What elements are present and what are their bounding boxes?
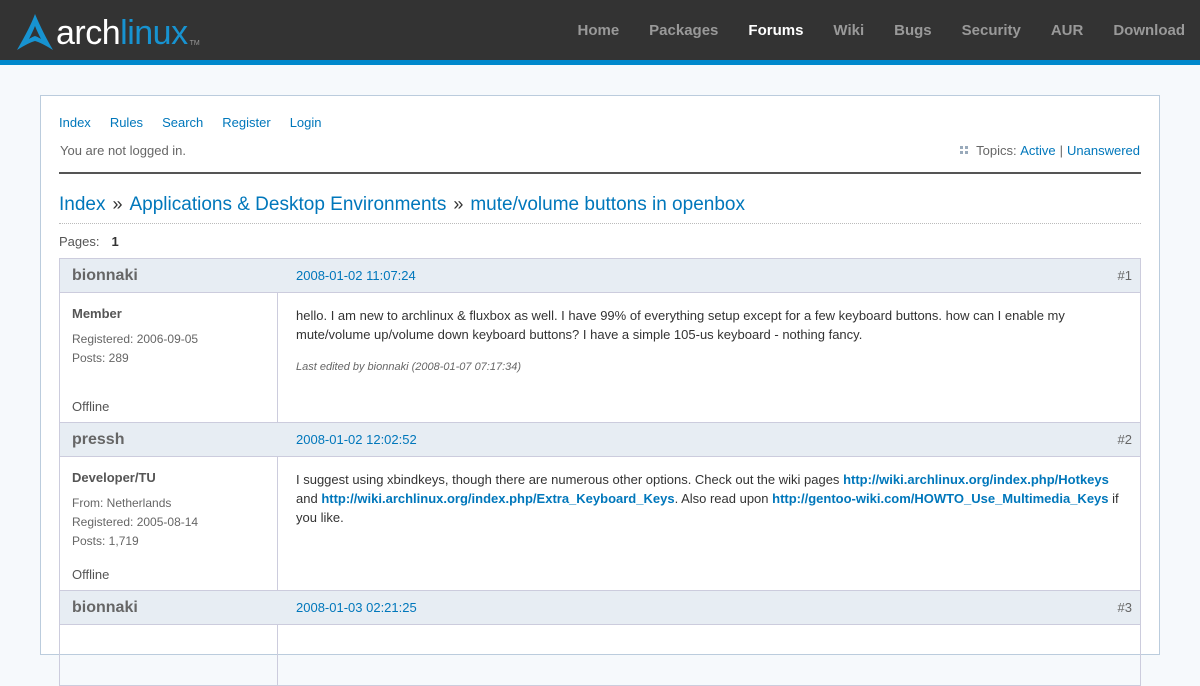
online-status: Offline: [72, 399, 110, 414]
post-body: Developer/TU From: Netherlands Registere…: [60, 457, 1140, 590]
main-nav: Home Packages Forums Wiki Bugs Security …: [547, 0, 1185, 60]
post-date-link[interactable]: 2008-01-02 12:02:52: [278, 432, 417, 447]
nav-packages[interactable]: Packages: [649, 22, 718, 39]
breadcrumb-topic[interactable]: mute/volume buttons in openbox: [470, 194, 745, 216]
subnav-index[interactable]: Index: [59, 115, 91, 136]
post: bionnaki 2008-01-03 02:21:25 #3: [59, 591, 1141, 686]
user-role: Member: [72, 306, 122, 321]
post-body: Member Registered: 2006-09-05 Posts: 289…: [60, 293, 1140, 422]
topics-links: Topics: Active | Unanswered: [960, 143, 1140, 158]
breadcrumb-separator: »: [453, 194, 464, 214]
post-text: hello. I am new to archlinux & fluxbox a…: [296, 308, 1065, 342]
bullet-icon: [960, 146, 969, 154]
post-body: [60, 625, 1140, 685]
pages-label: Pages:: [59, 233, 100, 249]
author-info: Developer/TU From: Netherlands Registere…: [60, 457, 278, 590]
post-content: I suggest using xbindkeys, though there …: [278, 457, 1140, 590]
post: bionnaki 2008-01-02 11:07:24 #1 Member R…: [59, 258, 1141, 423]
post-number[interactable]: #1: [1118, 268, 1132, 283]
subnav-register[interactable]: Register: [222, 115, 270, 136]
active-topics-link[interactable]: Active: [1020, 143, 1055, 158]
post-number[interactable]: #3: [1118, 600, 1132, 615]
login-status: You are not logged in.: [60, 142, 187, 158]
accent-stripe: [0, 60, 1200, 65]
post-header: bionnaki 2008-01-02 11:07:24 #1: [60, 259, 1140, 293]
post-header: pressh 2008-01-02 12:02:52 #2: [60, 423, 1140, 457]
gentoo-wiki-link[interactable]: http://gentoo-wiki.com/HOWTO_Use_Multime…: [772, 491, 1108, 506]
top-header: archlinux TM Home Packages Forums Wiki B…: [0, 0, 1200, 60]
archlinux-logo[interactable]: archlinux TM: [16, 12, 200, 50]
user-registered: Registered: 2005-08-14: [72, 515, 199, 529]
arch-logo-icon: [17, 14, 53, 50]
post-header: bionnaki 2008-01-03 02:21:25 #3: [60, 591, 1140, 625]
subnav-rules[interactable]: Rules: [110, 115, 143, 136]
post-content: hello. I am new to archlinux & fluxbox a…: [278, 293, 1140, 422]
wiki-extra-keys-link[interactable]: http://wiki.archlinux.org/index.php/Extr…: [321, 491, 674, 506]
nav-forums[interactable]: Forums: [748, 22, 803, 39]
nav-download[interactable]: Download: [1113, 22, 1185, 39]
nav-home[interactable]: Home: [577, 22, 619, 39]
nav-bugs[interactable]: Bugs: [894, 22, 932, 39]
breadcrumb-index[interactable]: Index: [59, 194, 105, 216]
separator: |: [1059, 142, 1063, 158]
forum-container: Index Rules Search Register Login You ar…: [40, 95, 1160, 686]
post-author[interactable]: bionnaki: [60, 267, 278, 285]
subnav-login[interactable]: Login: [290, 115, 322, 136]
post-text: I suggest using xbindkeys, though there …: [296, 472, 1119, 525]
topics-label: Topics:: [976, 142, 1017, 158]
user-location: From: Netherlands: [72, 496, 172, 510]
nav-wiki[interactable]: Wiki: [833, 22, 864, 39]
breadcrumb-forum[interactable]: Applications & Desktop Environments: [130, 194, 447, 216]
post-content: [278, 625, 1140, 685]
unanswered-topics-link[interactable]: Unanswered: [1067, 143, 1140, 158]
logo-trademark: TM: [189, 40, 200, 47]
nav-security[interactable]: Security: [962, 22, 1021, 39]
post: pressh 2008-01-02 12:02:52 #2 Developer/…: [59, 423, 1141, 591]
nav-aur[interactable]: AUR: [1051, 22, 1084, 39]
subnav-search[interactable]: Search: [162, 115, 203, 136]
logo-text: archlinux: [56, 14, 188, 52]
author-info: [60, 625, 278, 685]
online-status: Offline: [72, 567, 110, 582]
edit-note: Last edited by bionnaki (2008-01-07 07:1…: [296, 361, 522, 373]
status-bar: You are not logged in. Topics: Active | Un…: [59, 136, 1141, 174]
breadcrumb: Index » Applications & Desktop Environme…: [59, 174, 1141, 224]
wiki-hotkeys-link[interactable]: http://wiki.archlinux.org/index.php/Hotk…: [843, 472, 1109, 487]
user-role: Developer/TU: [72, 470, 156, 485]
post-author[interactable]: bionnaki: [60, 599, 278, 617]
post-number[interactable]: #2: [1118, 432, 1132, 447]
author-info: Member Registered: 2006-09-05 Posts: 289…: [60, 293, 278, 422]
pagination: Pages: 1: [59, 224, 1141, 258]
breadcrumb-separator: »: [112, 194, 123, 214]
user-posts: Posts: 289: [72, 351, 129, 365]
post-author[interactable]: pressh: [60, 431, 278, 449]
forum-subnav: Index Rules Search Register Login: [59, 96, 1141, 136]
post-date-link[interactable]: 2008-01-03 02:21:25: [278, 600, 417, 615]
post-date-link[interactable]: 2008-01-02 11:07:24: [278, 268, 416, 283]
user-posts: Posts: 1,719: [72, 534, 139, 548]
user-registered: Registered: 2006-09-05: [72, 332, 199, 346]
current-page: 1: [111, 233, 119, 249]
